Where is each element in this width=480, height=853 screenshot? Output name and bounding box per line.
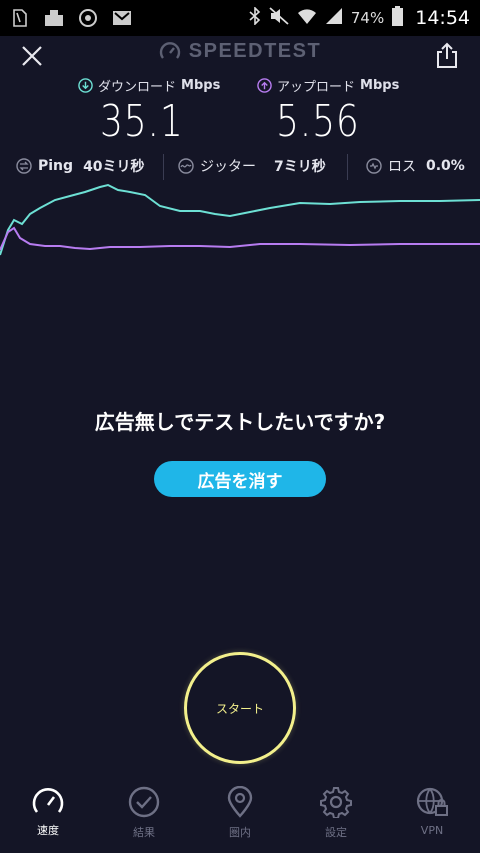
signal-icon — [325, 7, 343, 29]
nav-label: 設定 — [325, 826, 347, 839]
packet-loss-icon — [366, 158, 382, 174]
upload-arrow-icon — [257, 78, 272, 93]
gear-icon — [320, 787, 352, 818]
download-arrow-icon — [78, 78, 93, 93]
loss-label: ロス — [388, 159, 416, 175]
upload-value: 5.56 — [276, 96, 360, 147]
stats-divider — [163, 154, 164, 180]
mail-tray-icon — [44, 8, 64, 28]
ping-icon — [16, 158, 32, 174]
wifi-icon — [297, 7, 317, 29]
stats-row: Ping 40ミリ秒 ジッター 7ミリ秒 ロス 0.0% — [0, 152, 480, 182]
share-button[interactable] — [434, 41, 460, 69]
ping-value: 40ミリ秒 — [83, 159, 145, 175]
remove-ads-prompt: 広告無しでテストしたいですか? — [94, 410, 386, 434]
loss-value: 0.0% — [426, 158, 465, 174]
nav-label: 速度 — [37, 824, 59, 837]
start-button[interactable]: スタート — [184, 652, 296, 764]
download-label-text: ダウンロード — [98, 80, 177, 95]
gmail-icon — [112, 8, 132, 28]
upload-unit: Mbps — [360, 78, 400, 93]
map-pin-icon — [227, 786, 253, 818]
upload-label-text: アップロード — [277, 80, 356, 95]
brand-text: SPEEDTEST — [188, 40, 322, 62]
ping-stat: Ping 40ミリ秒 — [16, 156, 145, 176]
download-value: 35.1 — [100, 96, 184, 147]
remove-ads-button[interactable]: 広告を消す — [154, 461, 326, 497]
nav-item-coverage[interactable]: 圏内 — [192, 780, 288, 853]
clock: 14:54 — [415, 7, 470, 29]
upload-label: アップロード Mbps — [257, 76, 399, 95]
battery-percent: 74% — [350, 9, 385, 27]
jitter-icon — [178, 158, 194, 174]
brand-logo: SPEEDTEST — [0, 40, 480, 63]
speedometer-icon — [32, 788, 64, 813]
battery-icon — [392, 6, 404, 30]
speed-graph — [0, 183, 480, 256]
status-bar: 74% 14:54 — [0, 0, 480, 36]
nav-label: 結果 — [133, 826, 155, 839]
nav-item-settings[interactable]: 設定 — [288, 780, 384, 853]
nav-item-vpn[interactable]: VPN — [384, 780, 480, 853]
loss-stat: ロス 0.0% — [366, 156, 465, 176]
start-label: スタート — [215, 701, 264, 716]
nav-label: 圏内 — [229, 826, 251, 839]
share-icon — [437, 42, 457, 68]
bottom-nav: 速度 結果 圏内 設定 VPN — [0, 780, 480, 853]
jitter-stat: ジッター 7ミリ秒 — [178, 156, 326, 176]
upload-graph-line — [0, 226, 480, 251]
bluetooth-icon — [249, 6, 261, 29]
nav-label: VPN — [420, 824, 444, 837]
nav-item-speed[interactable]: 速度 — [0, 780, 96, 853]
app-header: SPEEDTEST — [0, 36, 480, 72]
jitter-value: 7ミリ秒 — [274, 159, 326, 175]
download-unit: Mbps — [181, 78, 221, 93]
sync-icon — [78, 8, 98, 28]
download-label: ダウンロード Mbps — [78, 76, 220, 95]
stats-divider — [347, 154, 348, 180]
checkmark-circle-icon — [128, 786, 160, 818]
ping-label: Ping — [38, 158, 74, 174]
mute-icon — [269, 7, 289, 29]
nav-item-results[interactable]: 結果 — [96, 780, 192, 853]
vpn-globe-lock-icon — [416, 787, 448, 816]
sim-card-icon — [10, 8, 30, 28]
jitter-label: ジッター — [200, 159, 256, 175]
speedometer-logo-icon — [159, 41, 180, 59]
